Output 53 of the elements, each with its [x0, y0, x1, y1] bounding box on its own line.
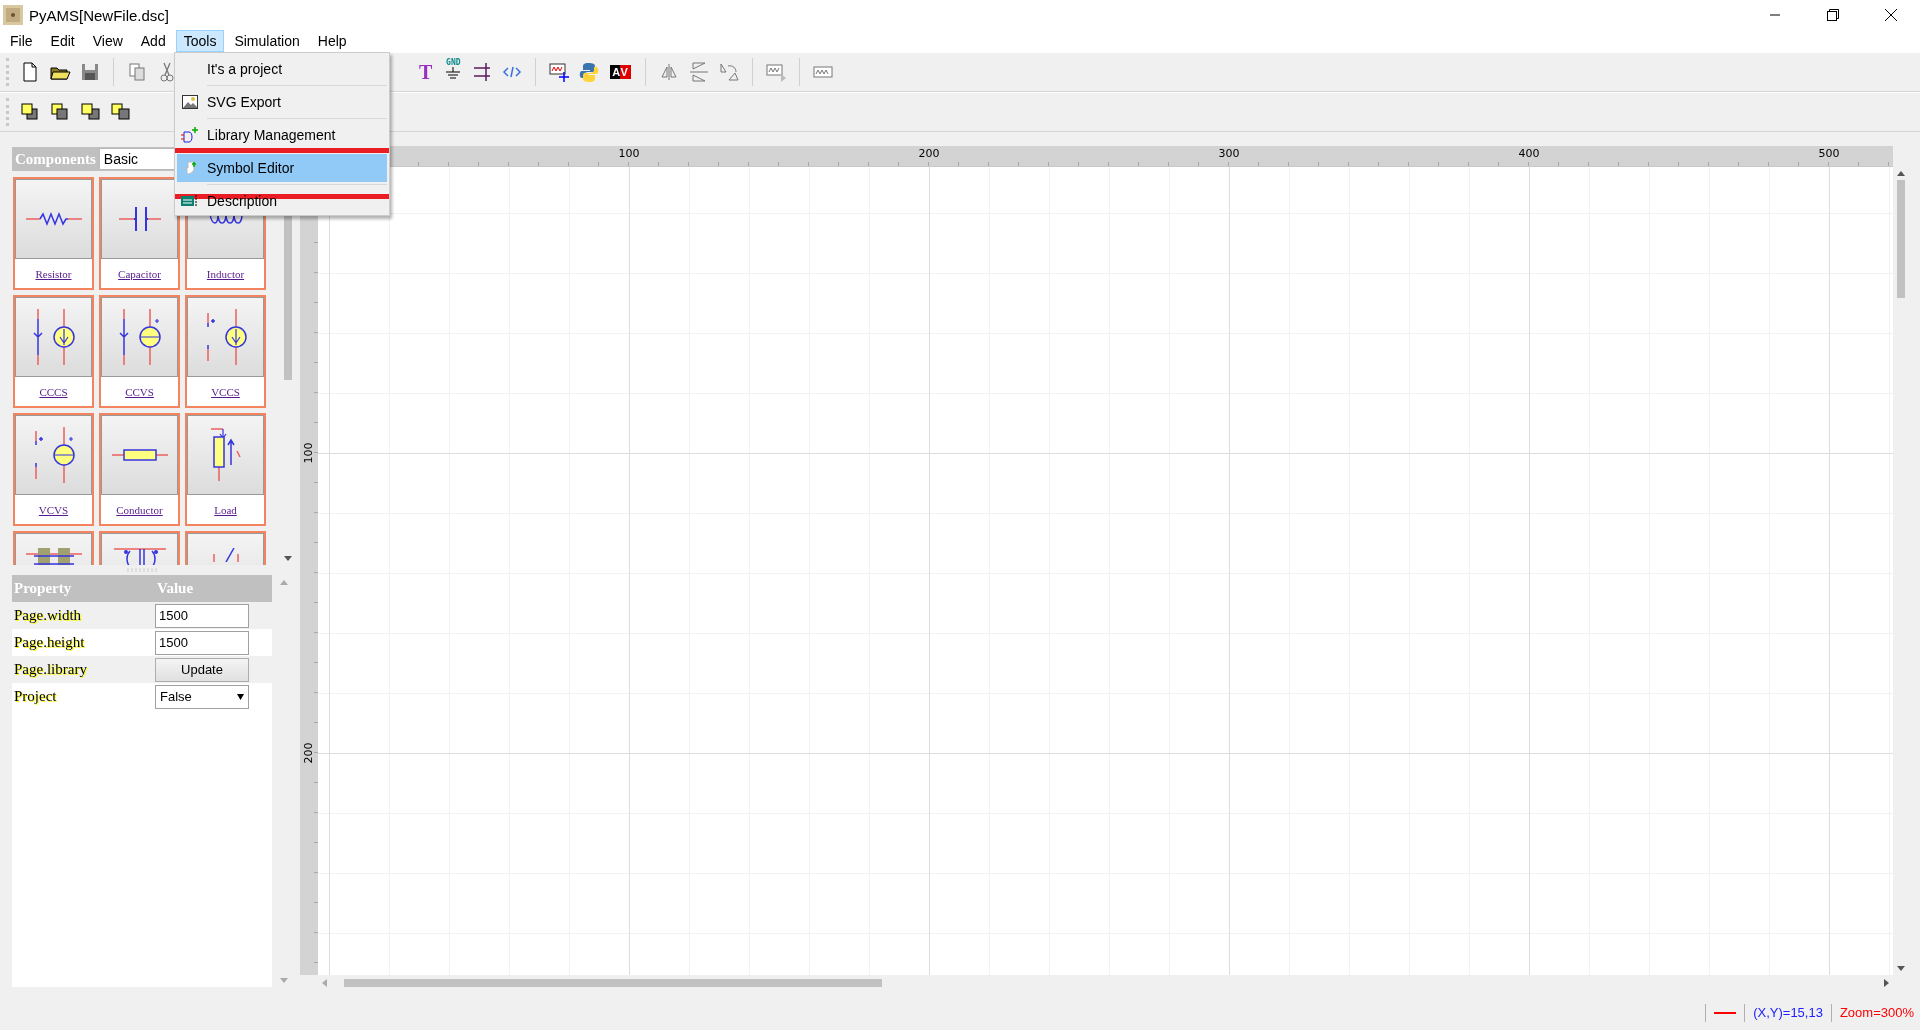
ruler-label: 100 — [618, 147, 640, 160]
menu-item[interactable]: Simulation — [226, 30, 308, 52]
menu-item[interactable]: Tools — [175, 30, 225, 52]
menu-entry[interactable]: Symbol Editor — [177, 154, 387, 182]
component-card[interactable]: VCVS — [13, 413, 94, 526]
component-card[interactable]: CCCS — [13, 295, 94, 408]
ruler-label: 100 — [302, 442, 315, 464]
column-header: Value — [155, 575, 272, 602]
menu-entry[interactable]: It's a project — [177, 55, 387, 83]
update-button[interactable]: Update — [155, 657, 249, 682]
zoom-label: Zoom=300% — [1839, 1005, 1914, 1020]
ruler-label: 300 — [1218, 147, 1240, 160]
component-link[interactable]: VCCS — [211, 386, 240, 398]
window-title: PyAMS[NewFile.dsc] — [29, 6, 170, 24]
property-name: Page.height — [13, 634, 85, 651]
ruler-label: 400 — [1518, 147, 1540, 160]
av-button[interactable]: AV — [610, 65, 631, 79]
component-card[interactable]: Conductor — [99, 413, 180, 526]
component-link[interactable]: Inductor — [206, 268, 245, 280]
component-link[interactable]: Resistor — [35, 268, 72, 280]
component-card[interactable]: VCCS — [185, 295, 266, 408]
components-title: Components — [14, 150, 97, 168]
dropdown-value: False — [160, 689, 192, 704]
ruler-label: 500 — [1818, 147, 1840, 160]
component-link[interactable]: VCVS — [38, 504, 69, 516]
menu-item[interactable]: Help — [309, 30, 355, 52]
menu-item[interactable]: View — [84, 30, 131, 52]
component-link[interactable]: Conductor — [116, 504, 163, 516]
component-card[interactable]: CCVS — [99, 295, 180, 408]
ground-button[interactable]: GND — [444, 58, 463, 86]
value-dropdown[interactable]: False — [155, 684, 249, 709]
menu-entry[interactable]: SVG Export — [177, 88, 387, 116]
property-name: Page.library — [13, 661, 87, 678]
component-link[interactable]: CCVS — [125, 386, 154, 398]
column-header: Property — [12, 575, 155, 602]
component-card[interactable]: Capacitor — [99, 177, 180, 290]
property-name: Project — [13, 688, 57, 705]
ruler-label: 200 — [302, 742, 315, 764]
component-card[interactable]: Resistor — [13, 177, 94, 290]
component-link[interactable]: Capacitor — [118, 268, 161, 280]
component-card[interactable]: Load — [185, 413, 266, 526]
menu-entry[interactable]: Library Management — [177, 121, 387, 149]
component-link[interactable]: CCCS — [39, 386, 68, 398]
menu-item[interactable]: File — [2, 30, 41, 52]
ruler-label: 200 — [918, 147, 940, 160]
coordinates-label: (X,Y)=15,13 — [1753, 1005, 1823, 1020]
property-name: Page.width — [13, 607, 82, 624]
component-link[interactable]: Load — [214, 504, 237, 516]
menu-item[interactable]: Add — [132, 30, 174, 52]
value-field[interactable]: 1500 — [155, 630, 249, 655]
text-tool-button[interactable]: T — [417, 59, 435, 85]
menu-item[interactable]: Edit — [42, 30, 83, 52]
value-field[interactable]: 1500 — [155, 603, 249, 628]
